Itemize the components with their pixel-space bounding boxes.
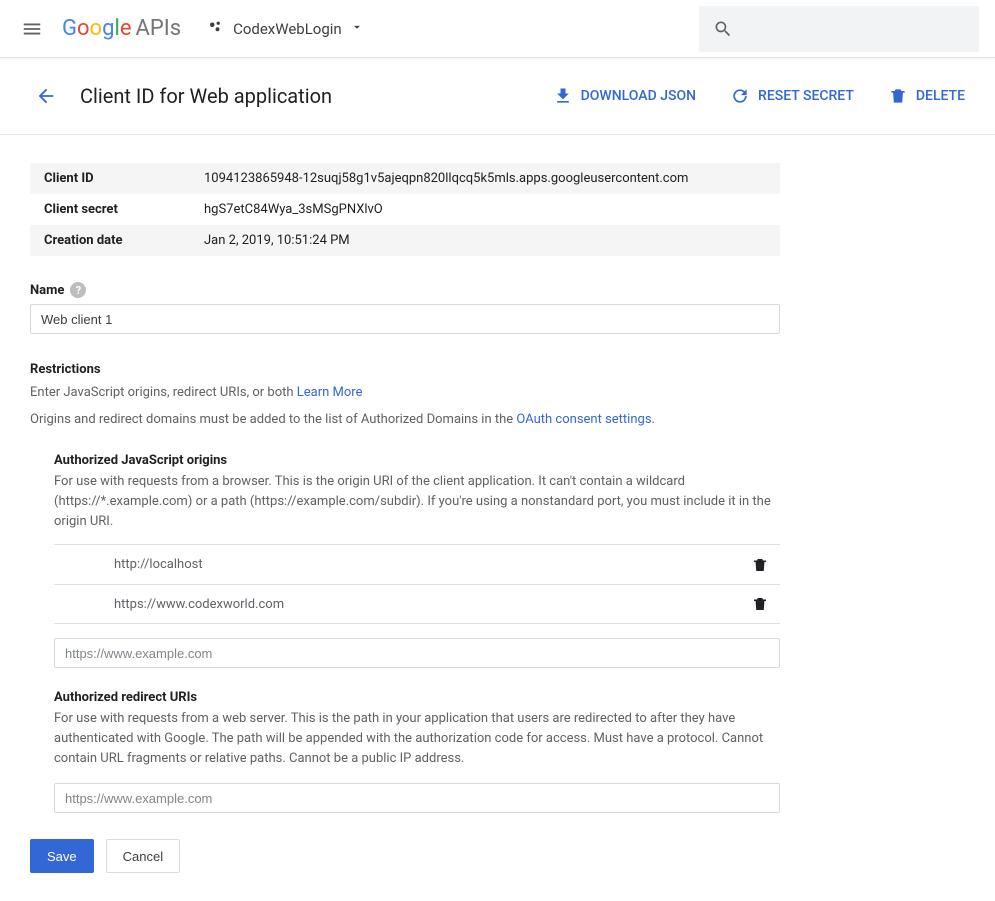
restrictions-section: Restrictions Enter JavaScript origins, r…: [30, 362, 790, 813]
arrow-back-icon: [35, 85, 57, 107]
js-origin-input[interactable]: [54, 638, 780, 668]
reset-secret-label: RESET SECRET: [758, 88, 854, 104]
header-actions: DOWNLOAD JSON RESET SECRET DELETE: [553, 86, 965, 106]
page-title: Client ID for Web application: [80, 84, 332, 108]
restrictions-heading: Restrictions: [30, 362, 790, 377]
client-id-label: Client ID: [30, 163, 190, 194]
js-origins-list: http://localhost https://www.codexworld.c…: [54, 544, 780, 624]
logo-suffix: APIs: [135, 16, 181, 41]
js-origins-section: Authorized JavaScript origins For use wi…: [54, 453, 780, 668]
client-secret-value: hgS7etC84Wya_3sMSgPNXlvO: [190, 194, 780, 225]
restrictions-line1: Enter JavaScript origins, redirect URIs,…: [30, 383, 790, 404]
restrictions-line1-text: Enter JavaScript origins, redirect URIs,…: [30, 385, 297, 400]
trash-icon: [751, 556, 769, 574]
redirect-uris-heading: Authorized redirect URIs: [54, 690, 780, 705]
delete-uri-button[interactable]: [740, 556, 780, 574]
table-row: Client ID 1094123865948-12suqj58g1v5ajeq…: [30, 163, 780, 194]
cancel-button[interactable]: Cancel: [106, 839, 180, 873]
content: Client ID 1094123865948-12suqj58g1v5ajeq…: [0, 135, 820, 901]
client-id-value: 1094123865948-12suqj58g1v5ajeqpn820llqcq…: [190, 163, 780, 194]
google-apis-logo[interactable]: Google APIs: [62, 16, 181, 41]
learn-more-link[interactable]: Learn More: [297, 385, 363, 400]
redirect-uris-desc: For use with requests from a web server.…: [54, 709, 780, 769]
redirect-uri-input[interactable]: [54, 783, 780, 813]
name-label: Name ?: [30, 282, 790, 298]
oauth-consent-link[interactable]: OAuth consent settings: [516, 412, 651, 427]
trash-icon: [888, 86, 908, 106]
client-info-table: Client ID 1094123865948-12suqj58g1v5ajeq…: [30, 163, 780, 256]
back-button[interactable]: [30, 80, 62, 112]
name-input[interactable]: [30, 304, 780, 334]
search-box[interactable]: [699, 6, 979, 52]
download-json-button[interactable]: DOWNLOAD JSON: [553, 86, 696, 106]
download-json-label: DOWNLOAD JSON: [581, 88, 696, 104]
project-picker[interactable]: CodexWebLogin: [199, 12, 372, 46]
delete-button[interactable]: DELETE: [888, 86, 965, 106]
redirect-uris-section: Authorized redirect URIs For use with re…: [54, 690, 780, 813]
uri-row: https://www.codexworld.com: [54, 584, 780, 624]
reset-secret-button[interactable]: RESET SECRET: [730, 86, 854, 106]
js-origins-desc: For use with requests from a browser. Th…: [54, 472, 780, 532]
restrictions-line2-text: Origins and redirect domains must be add…: [30, 412, 516, 427]
restrictions-line2: Origins and redirect domains must be add…: [30, 410, 790, 431]
menu-button[interactable]: [12, 9, 52, 49]
help-icon[interactable]: ?: [70, 282, 86, 298]
save-button[interactable]: Save: [30, 839, 94, 873]
trash-icon: [751, 595, 769, 613]
creation-date-value: Jan 2, 2019, 10:51:24 PM: [190, 225, 780, 256]
restrictions-line2-post: .: [652, 412, 655, 427]
refresh-icon: [730, 86, 750, 106]
project-icon: [207, 18, 225, 40]
js-origins-heading: Authorized JavaScript origins: [54, 453, 780, 468]
button-row: Save Cancel: [30, 839, 790, 873]
client-secret-label: Client secret: [30, 194, 190, 225]
creation-date-label: Creation date: [30, 225, 190, 256]
caret-down-icon: [350, 20, 364, 38]
hamburger-icon: [21, 18, 43, 40]
table-row: Client secret hgS7etC84Wya_3sMSgPNXlvO: [30, 194, 780, 225]
delete-uri-button[interactable]: [740, 595, 780, 613]
table-row: Creation date Jan 2, 2019, 10:51:24 PM: [30, 225, 780, 256]
project-name: CodexWebLogin: [233, 20, 342, 38]
search-icon: [713, 19, 733, 39]
uri-text: http://localhost: [54, 557, 740, 572]
page-header: Client ID for Web application DOWNLOAD J…: [0, 58, 995, 135]
delete-label: DELETE: [916, 88, 965, 104]
download-icon: [553, 86, 573, 106]
app-bar: Google APIs CodexWebLogin: [0, 0, 995, 58]
uri-text: https://www.codexworld.com: [54, 597, 740, 612]
name-label-text: Name: [30, 283, 64, 298]
uri-row: http://localhost: [54, 544, 780, 584]
